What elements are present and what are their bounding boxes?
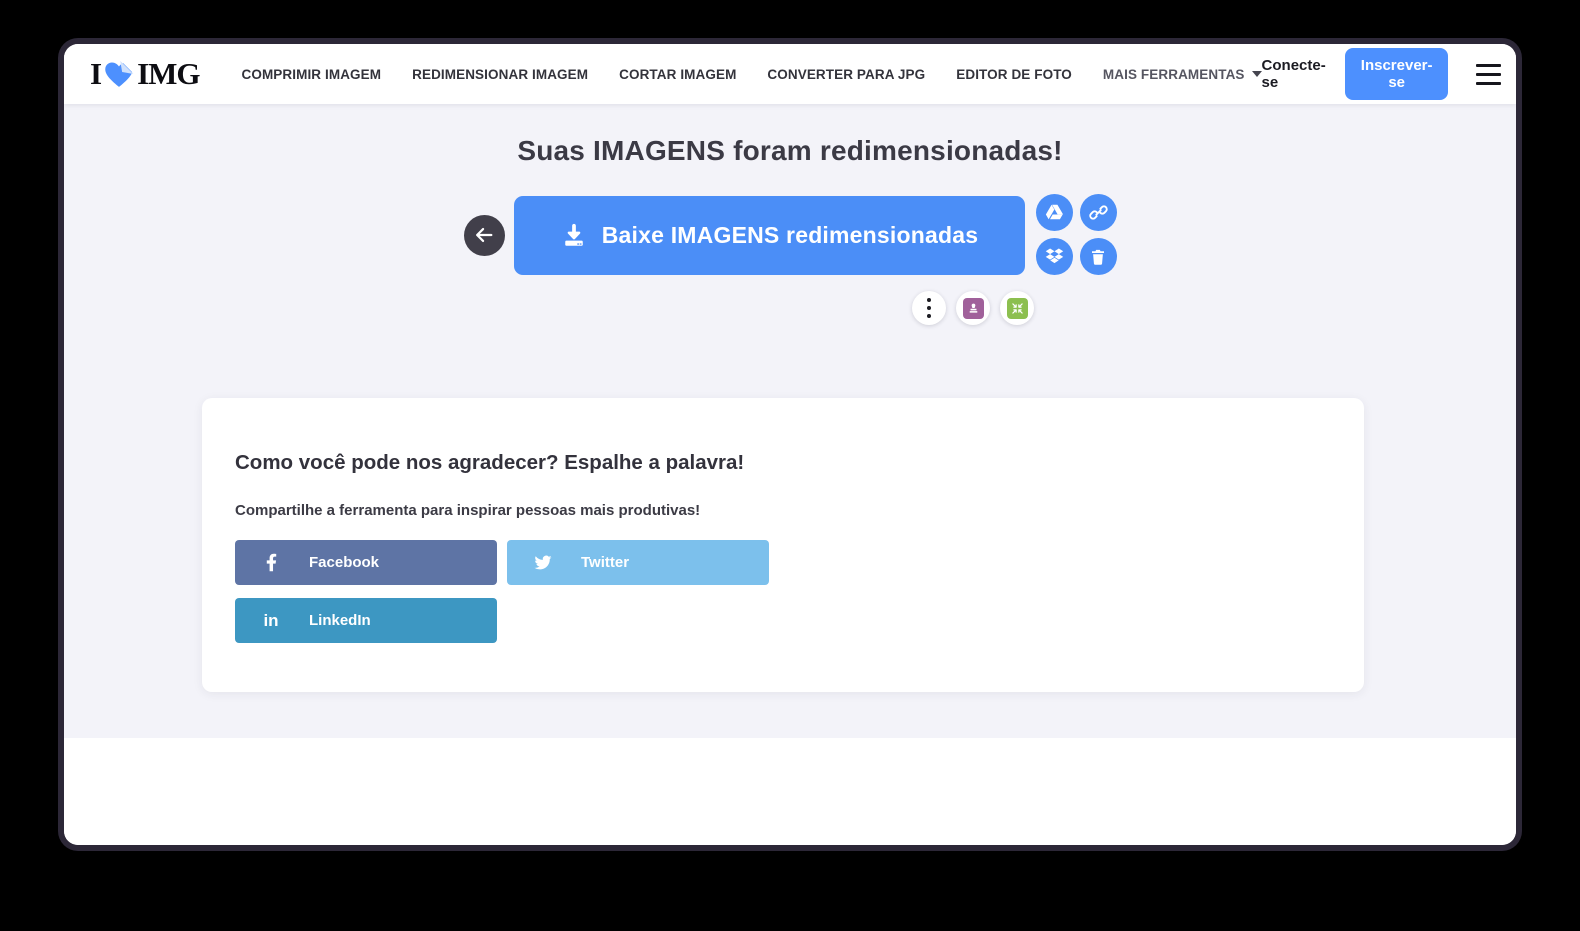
navbar-right: Conecte-se Inscrever-se bbox=[1262, 48, 1502, 100]
main-content: Suas IMAGENS foram redimensionadas! Baix… bbox=[64, 104, 1516, 738]
facebook-icon bbox=[261, 553, 281, 572]
linkedin-icon: in bbox=[263, 610, 279, 630]
share-buttons: Facebook Twitter in LinkedIn bbox=[235, 540, 1331, 643]
twitter-icon bbox=[533, 554, 553, 571]
download-icon bbox=[565, 223, 583, 246]
download-button-label: Baixe IMAGENS redimensionadas bbox=[601, 221, 979, 248]
download-button[interactable]: Baixe IMAGENS redimensionadas bbox=[513, 195, 1025, 275]
nav-item-mais-ferramentas[interactable]: MAIS FERRAMENTAS bbox=[1103, 67, 1262, 82]
nav-menu: COMPRIMIR IMAGEM REDIMENSIONAR IMAGEM CO… bbox=[242, 67, 1262, 82]
arrow-left-icon bbox=[476, 227, 493, 243]
nav-item-comprimir[interactable]: COMPRIMIR IMAGEM bbox=[242, 67, 382, 82]
page-title: Suas IMAGENS foram redimensionadas! bbox=[517, 135, 1063, 166]
download-row: Baixe IMAGENS redimensionadas bbox=[64, 193, 1516, 277]
share-button-label: LinkedIn bbox=[309, 612, 371, 629]
dropbox-icon[interactable] bbox=[1035, 238, 1073, 275]
more-options-icon[interactable] bbox=[912, 291, 946, 325]
google-drive-icon[interactable] bbox=[1035, 194, 1073, 231]
watermark-chip bbox=[962, 297, 984, 319]
compress-arrows-icon[interactable] bbox=[1000, 291, 1034, 325]
nav-item-converter[interactable]: CONVERTER PARA JPG bbox=[767, 67, 925, 82]
logo-text-i: I bbox=[90, 56, 102, 91]
trash-icon[interactable] bbox=[1079, 238, 1117, 275]
share-button-label: Twitter bbox=[581, 554, 630, 571]
share-facebook-button[interactable]: Facebook bbox=[235, 540, 497, 585]
cloud-actions bbox=[1035, 194, 1117, 275]
chevron-down-icon bbox=[1251, 71, 1262, 77]
share-card-subtitle: Compartilhe a ferramenta para inspirar p… bbox=[235, 502, 701, 519]
hamburger-icon[interactable] bbox=[1476, 63, 1502, 85]
compress-chip bbox=[1006, 297, 1028, 319]
share-card: Como você pode nos agradecer? Espalhe a … bbox=[202, 398, 1364, 692]
nav-item-cortar[interactable]: CORTAR IMAGEM bbox=[619, 67, 736, 82]
share-button-label: Facebook bbox=[309, 554, 380, 571]
share-linkedin-button[interactable]: in LinkedIn bbox=[235, 598, 497, 643]
login-link[interactable]: Conecte-se bbox=[1262, 57, 1329, 91]
back-button[interactable] bbox=[463, 214, 505, 256]
heart-folded-corner-icon bbox=[105, 60, 135, 87]
nav-item-editor[interactable]: EDITOR DE FOTO bbox=[956, 67, 1072, 82]
kebab-dots bbox=[927, 298, 931, 318]
share-twitter-button[interactable]: Twitter bbox=[507, 540, 769, 585]
nav-item-redimensionar[interactable]: REDIMENSIONAR IMAGEM bbox=[412, 67, 588, 82]
nav-item-label: MAIS FERRAMENTAS bbox=[1102, 66, 1245, 82]
iloveimg-logo[interactable]: I IMG bbox=[90, 56, 201, 92]
mini-actions-row bbox=[247, 291, 1516, 325]
link-icon[interactable] bbox=[1079, 194, 1117, 231]
signup-button[interactable]: Inscrever-se bbox=[1344, 48, 1449, 100]
browser-page: I IMG COMPRIMIR IMAGEM REDIMENSIONAR IMA… bbox=[64, 44, 1516, 845]
logo-text-img: IMG bbox=[137, 56, 200, 91]
page-footer bbox=[64, 738, 1516, 845]
share-card-title: Como você pode nos agradecer? Espalhe a … bbox=[235, 451, 745, 474]
watermark-stamp-icon[interactable] bbox=[956, 291, 990, 325]
top-navbar: I IMG COMPRIMIR IMAGEM REDIMENSIONAR IMA… bbox=[64, 44, 1516, 104]
